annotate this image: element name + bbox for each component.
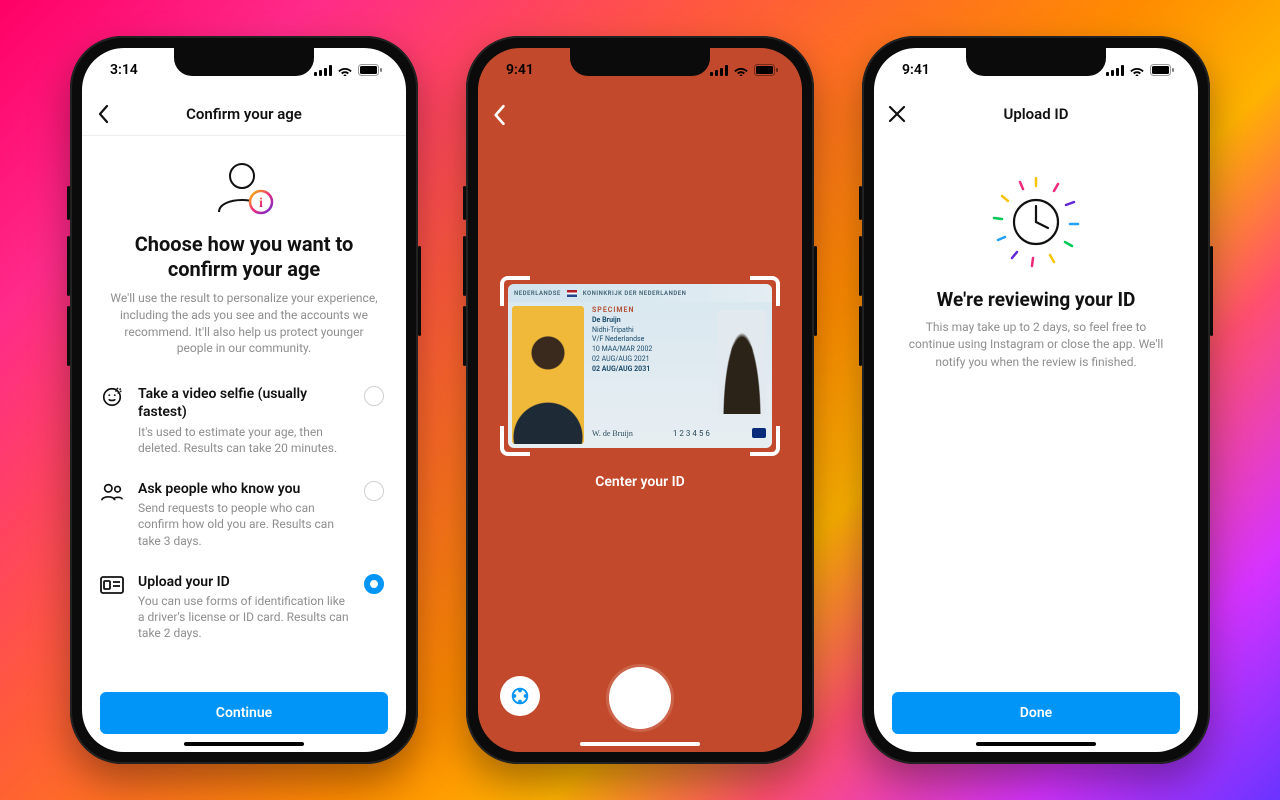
home-indicator[interactable] xyxy=(184,742,304,746)
close-button[interactable] xyxy=(888,105,906,123)
id-surname: De Bruijn xyxy=(592,316,708,326)
verification-options: Take a video selfie (usually fastest) It… xyxy=(100,373,388,653)
back-button[interactable] xyxy=(96,104,110,124)
radio-checked[interactable] xyxy=(364,574,384,594)
cellular-icon xyxy=(314,65,332,76)
option-upload-id[interactable]: Upload your ID You can use forms of iden… xyxy=(100,561,388,654)
people-icon xyxy=(100,480,124,504)
id-given-names: Nidhi-Tripathi xyxy=(592,326,708,336)
wifi-icon xyxy=(733,65,749,76)
id-card-icon xyxy=(100,573,124,597)
chevron-left-icon xyxy=(492,104,506,126)
cellular-icon xyxy=(1106,65,1124,76)
gallery-icon xyxy=(509,685,531,707)
option-desc: You can use forms of identification like… xyxy=(138,593,354,642)
id-issue: 02 AUG/AUG 2021 xyxy=(592,355,708,365)
device-notch xyxy=(570,48,710,76)
id-secondary-photo xyxy=(718,310,766,414)
camera-controls xyxy=(478,658,802,738)
id-docnum: 123456 xyxy=(673,429,712,438)
battery-icon xyxy=(754,64,778,76)
status-time: 9:41 xyxy=(902,62,930,78)
id-photo xyxy=(512,306,584,444)
id-expiry: 02 AUG/AUG 2031 xyxy=(592,365,708,375)
gallery-button[interactable] xyxy=(500,676,540,716)
option-label: Take a video selfie (usually fastest) xyxy=(138,385,354,421)
close-icon xyxy=(888,105,906,123)
home-indicator[interactable] xyxy=(976,742,1096,746)
cellular-icon xyxy=(710,65,728,76)
id-kingdom: KONINKRIJK DER NEDERLANDEN xyxy=(583,290,687,297)
review-subtitle: This may take up to 2 days, so feel free… xyxy=(908,319,1164,371)
battery-icon xyxy=(358,64,382,76)
face-scan-icon xyxy=(100,385,124,409)
option-video-selfie[interactable]: Take a video selfie (usually fastest) It… xyxy=(100,373,388,468)
status-time: 3:14 xyxy=(110,62,138,78)
continue-button[interactable]: Continue xyxy=(100,692,388,734)
option-desc: Send requests to people who can confirm … xyxy=(138,500,354,549)
scan-frame: NEDERLANDSE KONINKRIJK DER NEDERLANDEN S… xyxy=(500,276,780,456)
battery-icon xyxy=(1150,64,1174,76)
id-country-a: NEDERLANDSE xyxy=(514,290,561,297)
radio-unchecked[interactable] xyxy=(364,481,384,501)
status-indicators xyxy=(314,64,382,76)
phone-reviewing: 9:41 Upload ID xyxy=(862,36,1210,764)
hero-title: Choose how you want to confirm your age xyxy=(108,232,380,282)
chevron-left-icon xyxy=(96,104,110,124)
nav-title: Confirm your age xyxy=(186,105,302,123)
id-specimen: SPECIMEN xyxy=(592,306,708,316)
device-notch xyxy=(966,48,1106,76)
id-sex-nationality: V/F Nederlandse xyxy=(592,335,708,345)
back-button[interactable] xyxy=(492,104,506,130)
option-desc: It's used to estimate your age, then del… xyxy=(138,424,354,456)
radio-unchecked[interactable] xyxy=(364,386,384,406)
option-label: Upload your ID xyxy=(138,573,354,591)
phone-camera-scan: 9:41 NEDERLANDSE KONINKRIJK DER NEDERLAN… xyxy=(466,36,814,764)
svg-text:i: i xyxy=(259,196,263,211)
phone-confirm-age: 3:14 Confirm your age i xyxy=(70,36,418,764)
status-indicators xyxy=(1106,64,1174,76)
status-time: 9:41 xyxy=(506,62,534,78)
nav-bar: Upload ID xyxy=(874,92,1198,136)
hero-subtitle: We'll use the result to personalize your… xyxy=(108,290,380,357)
clock-sparkle-icon xyxy=(986,172,1086,272)
wifi-icon xyxy=(1129,65,1145,76)
hero-section: i Choose how you want to confirm your ag… xyxy=(100,136,388,367)
nav-bar xyxy=(478,92,802,136)
shutter-button[interactable] xyxy=(609,667,671,729)
profile-info-icon: i xyxy=(209,154,279,218)
device-notch xyxy=(174,48,314,76)
nav-bar: Confirm your age xyxy=(82,92,406,136)
camera-caption: Center your ID xyxy=(595,474,685,490)
review-title: We're reviewing your ID xyxy=(908,288,1164,311)
status-indicators xyxy=(710,64,778,76)
wifi-icon xyxy=(337,65,353,76)
home-indicator[interactable] xyxy=(580,742,700,746)
option-label: Ask people who know you xyxy=(138,480,354,498)
nav-title: Upload ID xyxy=(1004,105,1069,123)
id-chip-icon xyxy=(752,428,766,438)
id-signature: W. de Bruijn xyxy=(592,429,633,438)
done-button[interactable]: Done xyxy=(892,692,1180,734)
id-dob: 10 MAA/MAR 2002 xyxy=(592,345,708,355)
id-card-preview: NEDERLANDSE KONINKRIJK DER NEDERLANDEN S… xyxy=(508,284,772,448)
option-ask-people[interactable]: Ask people who know you Send requests to… xyxy=(100,468,388,561)
